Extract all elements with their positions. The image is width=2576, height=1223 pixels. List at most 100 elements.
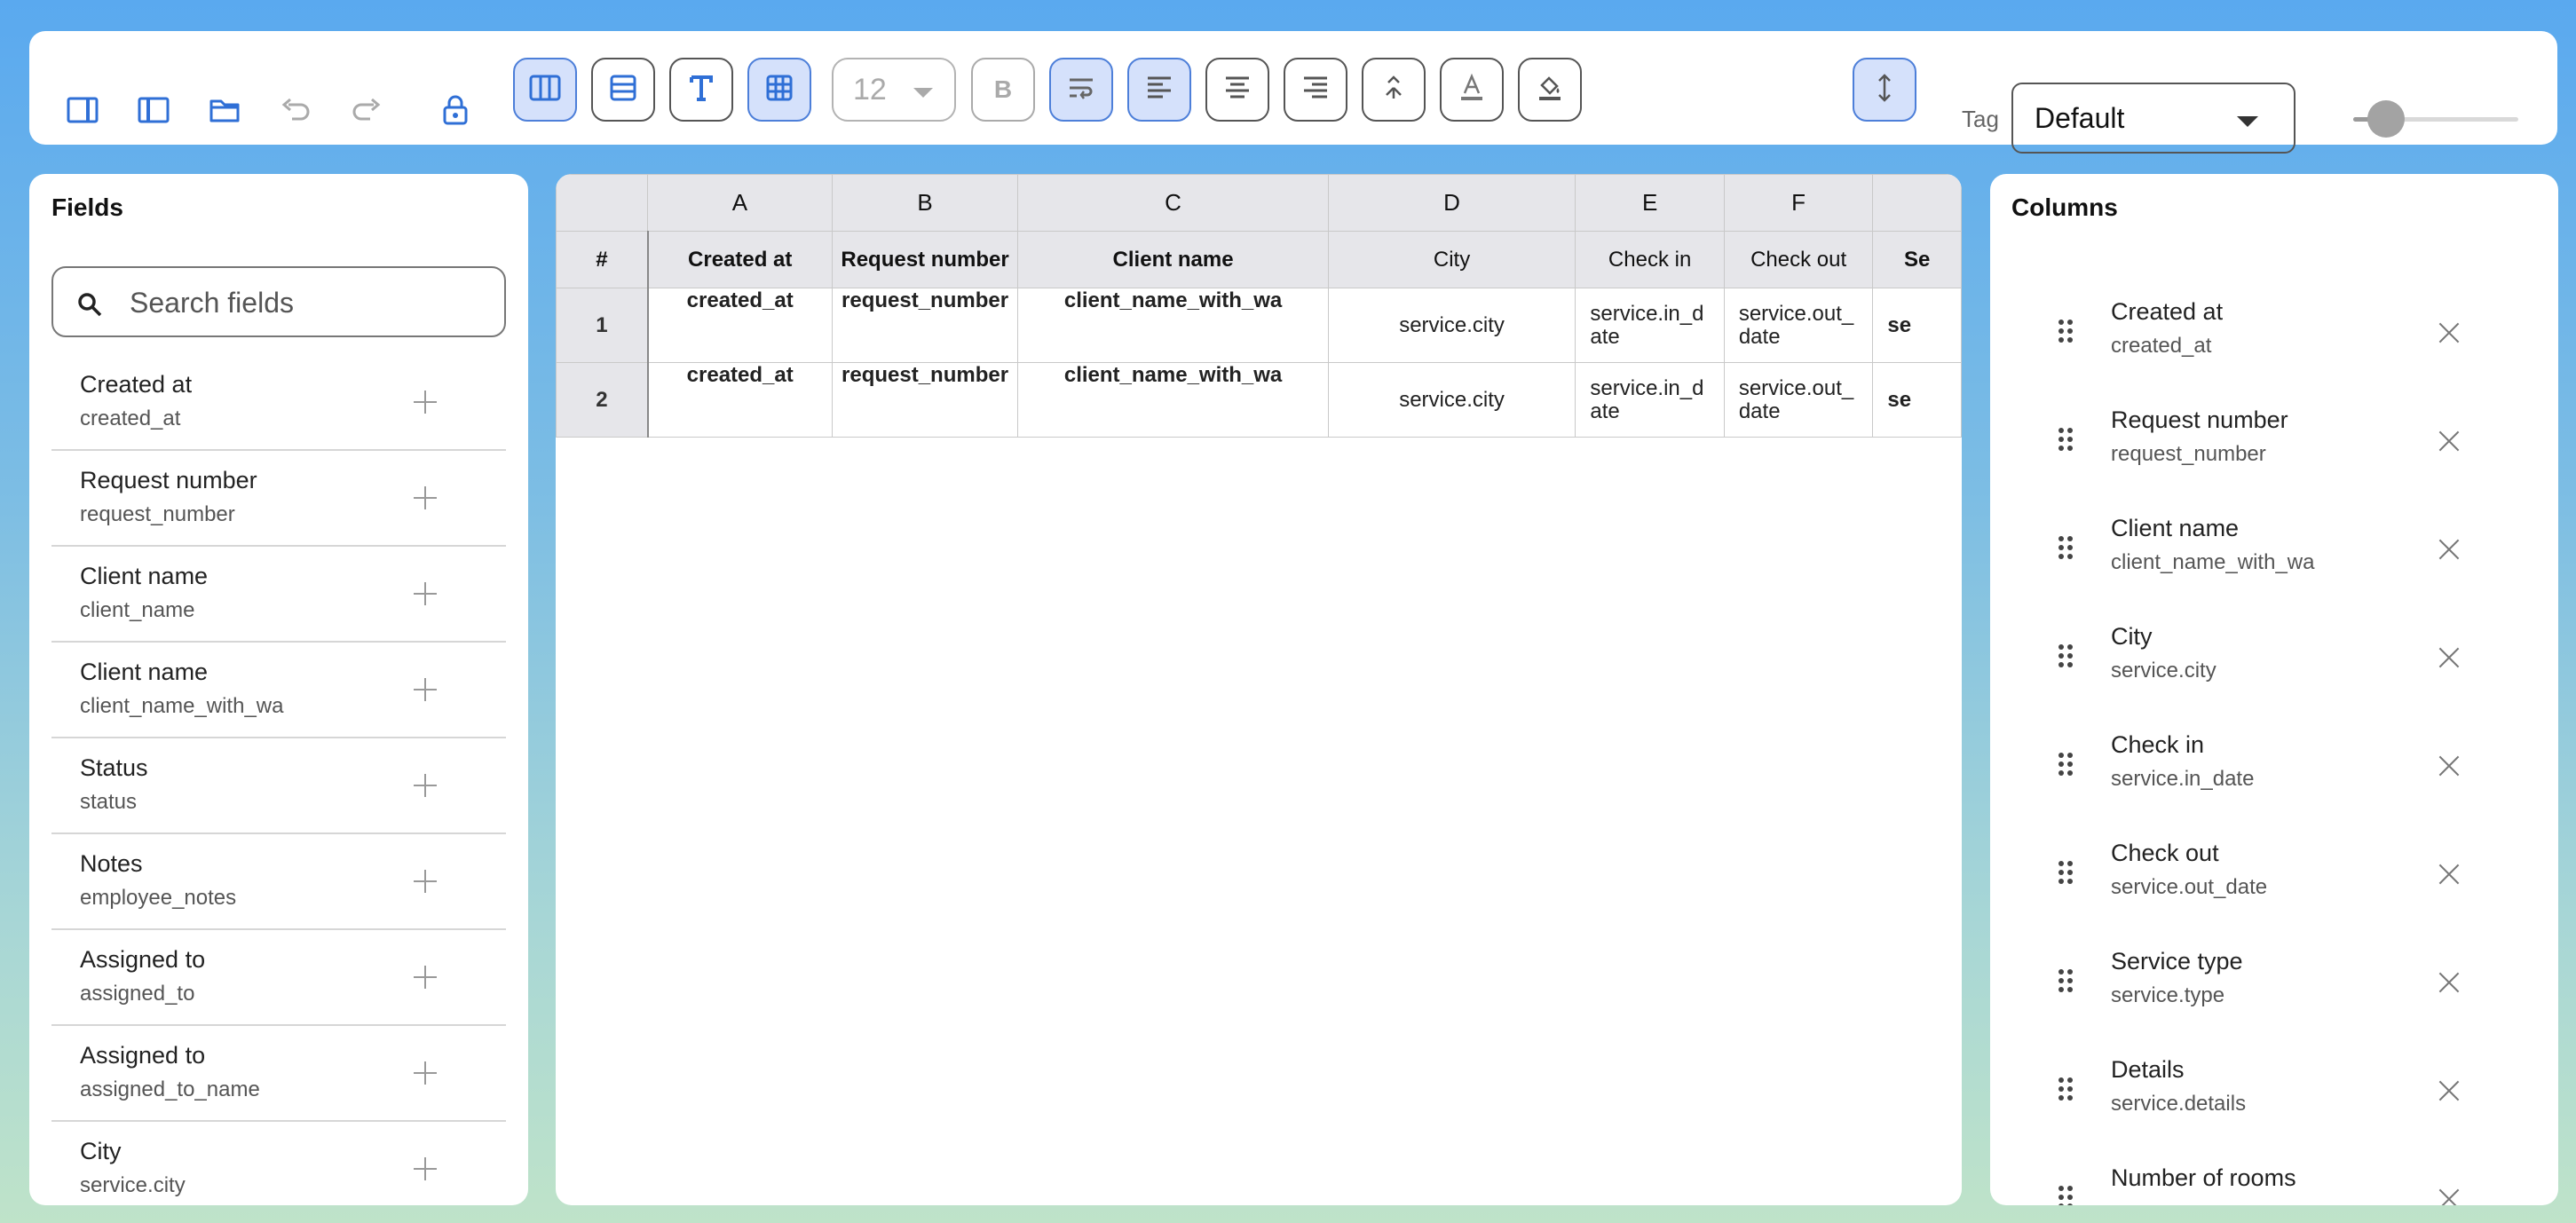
- search-box[interactable]: [51, 266, 506, 337]
- undo-icon[interactable]: [273, 87, 319, 133]
- column-item: Check out service.out_date: [1990, 824, 2558, 932]
- column-letter-header[interactable]: E: [1575, 174, 1725, 232]
- field-item[interactable]: Request number request_number: [51, 451, 506, 547]
- drag-handle-icon[interactable]: [2058, 643, 2074, 669]
- column-letter-header[interactable]: B: [831, 174, 1019, 232]
- font-size-select[interactable]: 12: [832, 58, 956, 122]
- tag-select[interactable]: Default: [2011, 83, 2295, 154]
- add-field-icon[interactable]: [414, 391, 437, 414]
- column-header-cell[interactable]: Se: [1872, 231, 1962, 288]
- bold-button[interactable]: B: [971, 58, 1035, 122]
- vertical-resize-icon: [1877, 73, 1892, 107]
- remove-column-icon[interactable]: [2438, 321, 2461, 344]
- table-cell[interactable]: created_at: [647, 362, 833, 438]
- drag-handle-icon[interactable]: [2058, 426, 2074, 453]
- add-field-icon[interactable]: [414, 966, 437, 989]
- row-height-button[interactable]: [1853, 58, 1916, 122]
- column-header-cell[interactable]: Check out: [1723, 231, 1874, 288]
- field-item[interactable]: Client name client_name: [51, 547, 506, 643]
- wrap-text-icon: [1067, 76, 1095, 104]
- rows-mode-button[interactable]: [591, 58, 655, 122]
- columns-mode-button[interactable]: [513, 58, 577, 122]
- remove-column-icon[interactable]: [2438, 754, 2461, 777]
- add-field-icon[interactable]: [414, 582, 437, 605]
- column-letter-header[interactable]: F: [1723, 174, 1874, 232]
- drag-handle-icon[interactable]: [2058, 859, 2074, 886]
- column-letter-header[interactable]: [1872, 174, 1962, 232]
- fill-color-button[interactable]: [1518, 58, 1582, 122]
- column-letter-header[interactable]: C: [1017, 174, 1329, 232]
- table-cell[interactable]: se: [1872, 362, 1962, 438]
- wrap-text-button[interactable]: [1049, 58, 1113, 122]
- column-header-cell[interactable]: Client name: [1017, 231, 1329, 288]
- align-center-button[interactable]: [1205, 58, 1269, 122]
- remove-column-icon[interactable]: [2438, 430, 2461, 453]
- table-cell[interactable]: client_name_with_wa: [1017, 362, 1329, 438]
- add-field-icon[interactable]: [414, 678, 437, 701]
- folder-icon[interactable]: [201, 87, 248, 133]
- column-header-cell[interactable]: City: [1327, 231, 1576, 288]
- column-item: Service type service.type: [1990, 932, 2558, 1040]
- remove-column-icon[interactable]: [2438, 1187, 2461, 1205]
- search-input[interactable]: [130, 280, 485, 325]
- lock-icon[interactable]: [432, 87, 478, 133]
- field-item[interactable]: Assigned to assigned_to: [51, 930, 506, 1026]
- table-cell[interactable]: service.city: [1327, 288, 1576, 363]
- drag-handle-icon[interactable]: [2058, 534, 2074, 561]
- field-item[interactable]: Notes employee_notes: [51, 834, 506, 930]
- column-header-cell[interactable]: Request number: [831, 231, 1019, 288]
- remove-column-icon[interactable]: [2438, 1079, 2461, 1102]
- field-item[interactable]: City service.city: [51, 1122, 506, 1205]
- drag-handle-icon[interactable]: [2058, 1184, 2074, 1205]
- row-number[interactable]: 2: [556, 362, 649, 438]
- table-cell[interactable]: se: [1872, 288, 1962, 363]
- table-cell[interactable]: service.in_date: [1575, 288, 1725, 363]
- text-mode-button[interactable]: [669, 58, 733, 122]
- remove-column-icon[interactable]: [2438, 971, 2461, 994]
- zoom-slider-thumb[interactable]: [2367, 100, 2406, 138]
- remove-column-icon[interactable]: [2438, 646, 2461, 669]
- merge-cells-button[interactable]: [1362, 58, 1426, 122]
- column-item: Check in service.in_date: [1990, 715, 2558, 824]
- drag-handle-icon[interactable]: [2058, 751, 2074, 777]
- zoom-slider[interactable]: [2353, 100, 2518, 138]
- table-cell[interactable]: request_number: [831, 288, 1019, 363]
- drag-handle-icon[interactable]: [2058, 967, 2074, 994]
- columns-panel: Columns Created at created_at Request numb…: [1990, 174, 2558, 1205]
- add-field-icon[interactable]: [414, 774, 437, 797]
- field-label: Client name: [80, 563, 209, 589]
- add-field-icon[interactable]: [414, 1157, 437, 1180]
- column-key: service.type: [2111, 983, 2225, 1007]
- table-cell[interactable]: service.out_date: [1723, 288, 1874, 363]
- column-header-cell[interactable]: Created at: [647, 231, 833, 288]
- field-item[interactable]: Created at created_at: [51, 355, 506, 451]
- table-cell[interactable]: service.out_date: [1723, 362, 1874, 438]
- drag-handle-icon[interactable]: [2058, 1076, 2074, 1102]
- table-cell[interactable]: client_name_with_wa: [1017, 288, 1329, 363]
- row-number[interactable]: 1: [556, 288, 649, 363]
- table-cell[interactable]: created_at: [647, 288, 833, 363]
- column-key: client_name_with_wa: [2111, 550, 2315, 574]
- grid-button[interactable]: [747, 58, 811, 122]
- field-item[interactable]: Assigned to assigned_to_name: [51, 1026, 506, 1122]
- text-color-button[interactable]: [1440, 58, 1504, 122]
- redo-icon[interactable]: [344, 87, 390, 133]
- table-cell[interactable]: service.in_date: [1575, 362, 1725, 438]
- table-cell[interactable]: request_number: [831, 362, 1019, 438]
- field-item[interactable]: Status status: [51, 738, 506, 834]
- table-cell[interactable]: service.city: [1327, 362, 1576, 438]
- field-item[interactable]: Client name client_name_with_wa: [51, 643, 506, 738]
- column-header-cell[interactable]: Check in: [1575, 231, 1725, 288]
- add-field-icon[interactable]: [414, 486, 437, 509]
- toggle-left-panel-icon[interactable]: [59, 87, 106, 133]
- drag-handle-icon[interactable]: [2058, 318, 2074, 344]
- remove-column-icon[interactable]: [2438, 538, 2461, 561]
- column-letter-header[interactable]: D: [1327, 174, 1576, 232]
- add-field-icon[interactable]: [414, 870, 437, 893]
- add-field-icon[interactable]: [414, 1061, 437, 1085]
- align-left-button[interactable]: [1127, 58, 1191, 122]
- column-letter-header[interactable]: A: [647, 174, 833, 232]
- align-right-button[interactable]: [1284, 58, 1347, 122]
- remove-column-icon[interactable]: [2438, 863, 2461, 886]
- toggle-right-panel-icon[interactable]: [130, 87, 177, 133]
